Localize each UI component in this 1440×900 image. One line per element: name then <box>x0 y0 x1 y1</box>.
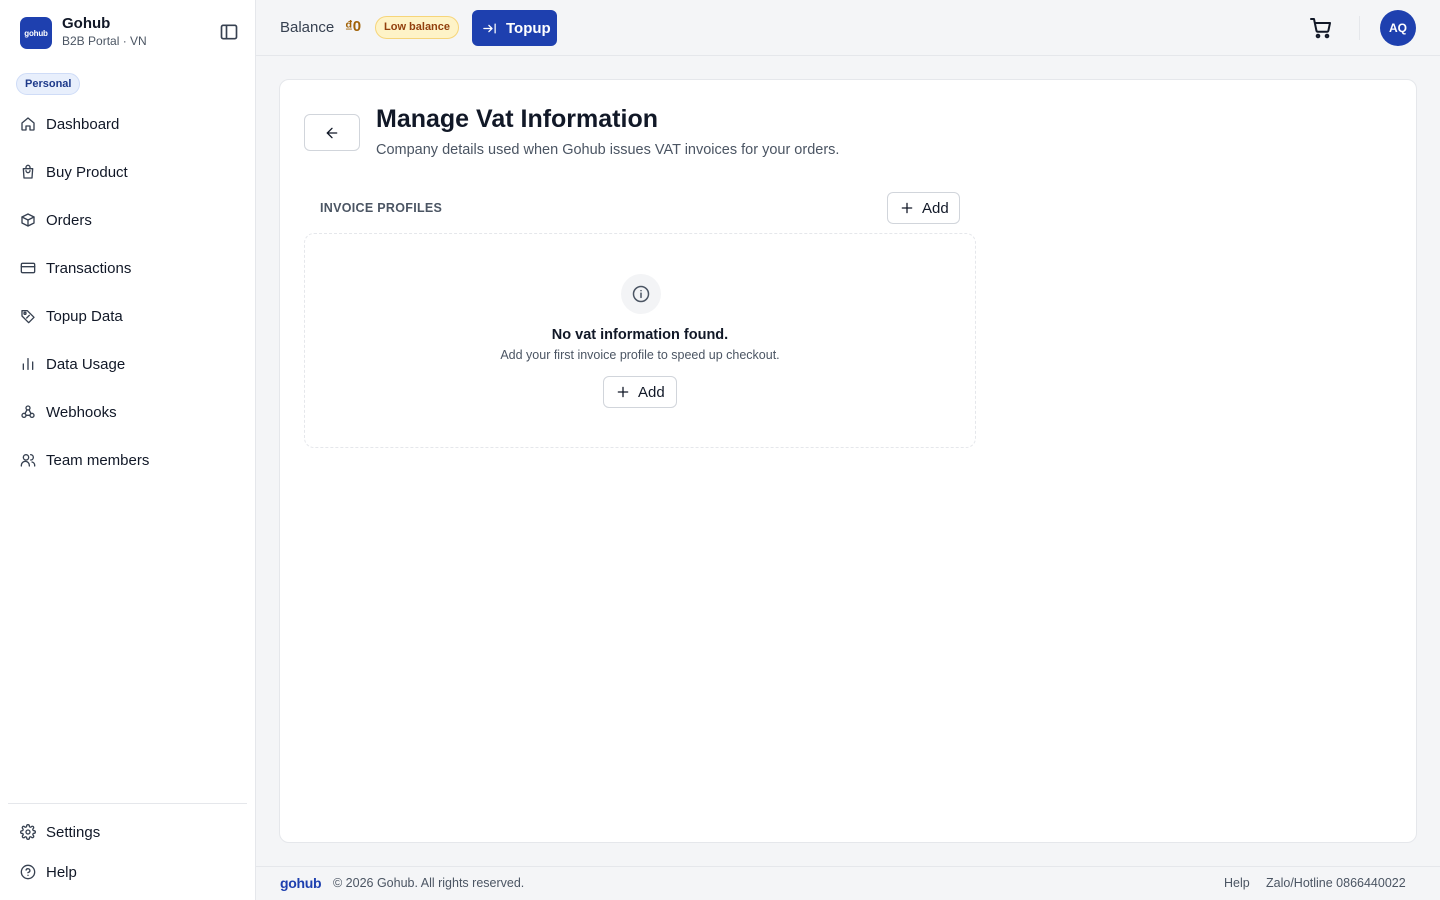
topbar-divider <box>1359 16 1360 40</box>
sidebar-item-help[interactable]: Help <box>8 852 248 892</box>
sidebar-item-label: Topup Data <box>46 307 123 325</box>
footer: gohub © 2026 Gohub. All rights reserved.… <box>256 866 1440 900</box>
sidebar-item-label: Buy Product <box>46 163 128 181</box>
package-icon <box>20 212 36 228</box>
sidebar-item-buy-product[interactable]: Buy Product <box>8 148 248 196</box>
home-icon <box>20 116 36 132</box>
webhook-icon <box>20 404 36 420</box>
sidebar-item-label: Orders <box>46 211 92 229</box>
sidebar-item-label: Transactions <box>46 259 132 277</box>
topbar: Balance ₫0 Low balance Topup AQ <box>256 0 1440 56</box>
topup-button[interactable]: Topup <box>472 10 557 46</box>
add-label: Add <box>922 199 949 217</box>
sidebar-item-label: Settings <box>46 823 101 841</box>
sidebar-item-label: Dashboard <box>46 115 120 133</box>
sidebar-item-label: Help <box>46 863 77 881</box>
tag-data-icon <box>20 308 36 324</box>
workspace-badge[interactable]: Personal <box>16 73 81 95</box>
balance-amount: ₫0 <box>345 18 362 35</box>
plus-icon <box>616 385 630 399</box>
sidebar-nav: Dashboard Buy Product Orders Transaction… <box>8 100 248 484</box>
footer-logo: gohub <box>280 875 322 891</box>
arrow-to-line-icon <box>482 21 497 36</box>
add-label: Add <box>638 383 665 401</box>
plus-icon <box>900 201 914 215</box>
low-balance-badge: Low balance <box>375 16 460 39</box>
help-circle-icon <box>20 864 36 880</box>
sidebar: gohub Gohub B2B Portal · VN Personal Das… <box>0 0 256 900</box>
balance-label: Balance <box>280 19 335 36</box>
sidebar-toggle-icon[interactable] <box>219 22 239 42</box>
credit-card-icon <box>20 260 36 276</box>
sidebar-item-data-usage[interactable]: Data Usage <box>8 340 248 388</box>
sidebar-item-label: Data Usage <box>46 355 126 373</box>
shopping-bag-icon <box>20 164 36 180</box>
arrow-left-icon <box>324 125 340 141</box>
cart-icon[interactable] <box>1309 16 1333 40</box>
info-icon <box>631 284 651 304</box>
back-button[interactable] <box>304 114 360 151</box>
sidebar-item-dashboard[interactable]: Dashboard <box>8 100 248 148</box>
brand-name: Gohub <box>62 15 111 32</box>
empty-state: No vat information found. Add your first… <box>304 233 976 448</box>
sidebar-item-team-members[interactable]: Team members <box>8 436 248 484</box>
page-subtitle: Company details used when Gohub issues V… <box>376 142 840 158</box>
brand-text: Gohub B2B Portal · VN <box>62 16 147 50</box>
empty-state-subtitle: Add your first invoice profile to speed … <box>500 348 780 362</box>
brand[interactable]: gohub Gohub B2B Portal · VN <box>20 16 147 50</box>
sidebar-item-orders[interactable]: Orders <box>8 196 248 244</box>
avatar[interactable]: AQ <box>1380 10 1416 46</box>
footer-copyright: © 2026 Gohub. All rights reserved. <box>333 876 525 890</box>
users-icon <box>20 452 36 468</box>
sidebar-divider <box>8 803 247 804</box>
sidebar-item-settings[interactable]: Settings <box>8 812 248 852</box>
brand-subtitle: B2B Portal · VN <box>62 34 147 48</box>
empty-state-icon-wrap <box>621 274 661 314</box>
sidebar-item-label: Team members <box>46 451 150 469</box>
sidebar-item-webhooks[interactable]: Webhooks <box>8 388 248 436</box>
sidebar-item-topup-data[interactable]: Topup Data <box>8 292 248 340</box>
footer-hotline: Zalo/Hotline 0866440022 <box>1266 876 1406 890</box>
page-title: Manage Vat Information <box>376 105 658 133</box>
bar-chart-icon <box>20 356 36 372</box>
add-invoice-profile-button[interactable]: Add <box>887 192 960 224</box>
main-card: Manage Vat Information Company details u… <box>279 79 1417 843</box>
sidebar-item-transactions[interactable]: Transactions <box>8 244 248 292</box>
footer-help-link[interactable]: Help <box>1224 876 1250 890</box>
sidebar-bottom-nav: Settings Help <box>8 812 248 892</box>
gear-icon <box>20 824 36 840</box>
section-label: INVOICE PROFILES <box>320 201 443 215</box>
sidebar-item-label: Webhooks <box>46 403 117 421</box>
empty-state-title: No vat information found. <box>551 327 729 343</box>
empty-state-add-button[interactable]: Add <box>603 376 677 408</box>
brand-logo: gohub <box>20 17 52 49</box>
topup-label: Topup <box>506 19 551 37</box>
